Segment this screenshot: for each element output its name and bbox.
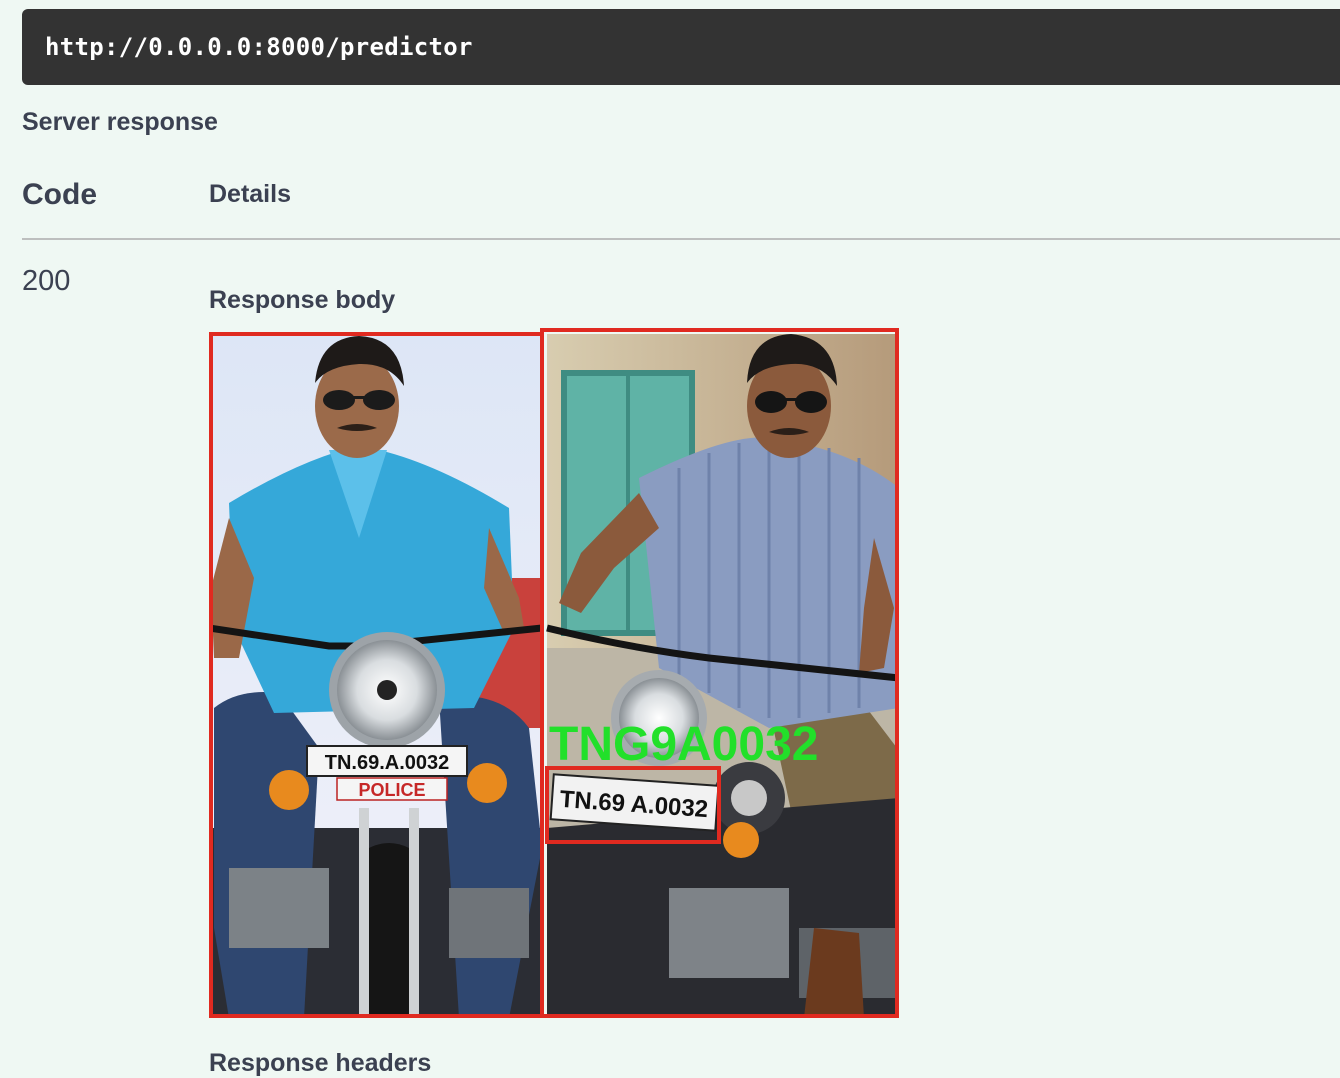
response-headers-label: Response headers [209,1049,432,1077]
details-column-header: Details [209,180,291,208]
right-photo: TN.69 A.0032 [546,334,899,1018]
police-text: POLICE [358,780,425,800]
predicted-plate-label: TNG9A0032 [549,718,818,771]
left-photo: TN.69.A.0032 POLICE [209,334,543,1018]
request-url[interactable]: http://0.0.0.0:8000/predictor [45,33,473,61]
left-plate-text: TN.69.A.0032 [325,752,450,774]
table-divider [22,238,1340,240]
response-image: TN.69.A.0032 POLICE TN.69 A.0032 TNG9A00… [209,328,899,1018]
code-column-header: Code [22,178,97,211]
request-url-bar: http://0.0.0.0:8000/predictor [22,9,1340,85]
server-response-heading: Server response [22,108,218,136]
status-code: 200 [22,265,71,297]
response-body-label: Response body [209,286,396,314]
